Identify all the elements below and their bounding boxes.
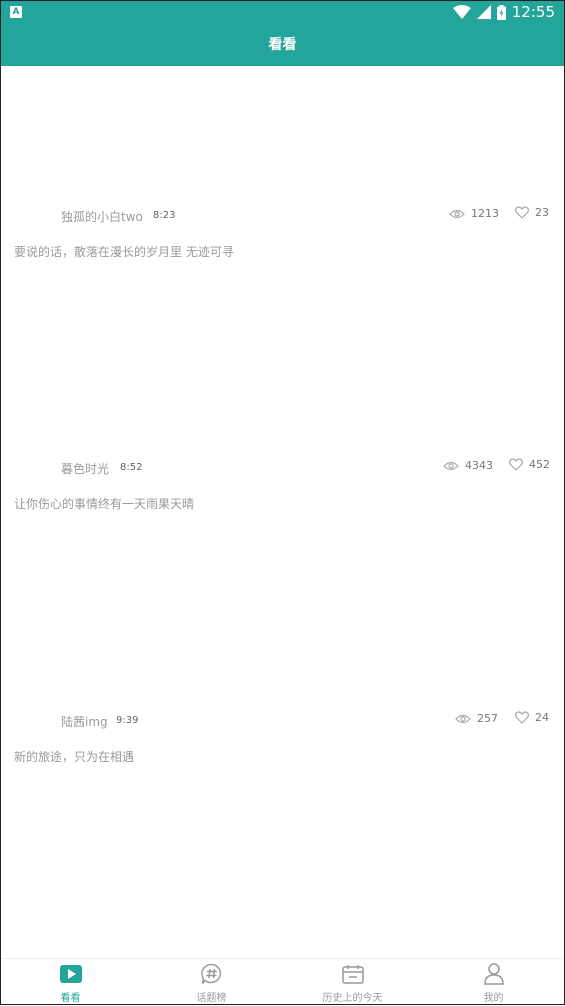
- view-count: 4343: [443, 459, 493, 472]
- view-count: 257: [455, 712, 498, 725]
- post-content[interactable]: 要说的话，散落在漫长的岁月里 无迹可寻: [14, 243, 234, 260]
- nav-label: 话题榜: [196, 993, 227, 1004]
- nav-label: 看看: [60, 993, 81, 1004]
- like-count: 24: [535, 711, 549, 724]
- like-button[interactable]: 23: [515, 206, 549, 219]
- heart-icon: [515, 206, 529, 219]
- status-bar: A 12:55: [0, 0, 565, 24]
- post-content[interactable]: 让你伤心的事情终有一天雨果天晴: [14, 495, 194, 512]
- post-time: 8:23: [153, 210, 176, 221]
- post-author[interactable]: 暮色时光: [61, 460, 109, 477]
- hashtag-chat-icon: [200, 963, 221, 984]
- eye-icon: [455, 714, 471, 723]
- calendar-icon: [341, 965, 364, 984]
- eye-icon: [443, 461, 459, 470]
- wifi-icon: [452, 5, 471, 19]
- signal-icon: [476, 5, 491, 19]
- like-count: 452: [529, 458, 550, 471]
- eye-icon: [449, 209, 465, 218]
- heart-icon: [509, 458, 523, 471]
- nav-item-kankan[interactable]: 看看: [0, 959, 141, 1006]
- post-content[interactable]: 新的旅途，只为在相遇: [14, 748, 134, 765]
- post-time: 9:39: [116, 715, 139, 726]
- like-button[interactable]: 452: [509, 458, 550, 471]
- post-time: 8:52: [120, 462, 143, 473]
- view-count-value: 257: [477, 712, 498, 725]
- view-count-value: 4343: [465, 459, 493, 472]
- battery-icon: [496, 4, 506, 20]
- post-author[interactable]: 独孤的小白two: [61, 208, 143, 225]
- page-title: 看看: [0, 24, 565, 66]
- like-button[interactable]: 24: [515, 711, 549, 724]
- nav-label: 我的: [483, 993, 504, 1004]
- nav-item-topics[interactable]: 话题榜: [141, 959, 282, 1006]
- play-icon: [59, 965, 82, 983]
- person-icon: [483, 963, 504, 985]
- bottom-nav: 看看 话题榜 历史上的今天 我的: [0, 958, 565, 1006]
- status-right: 12:55: [452, 2, 555, 22]
- notification-icon: A: [10, 6, 22, 18]
- like-count: 23: [535, 206, 549, 219]
- post-author[interactable]: 陆茜img: [61, 713, 108, 730]
- heart-icon: [515, 711, 529, 724]
- view-count-value: 1213: [471, 207, 499, 220]
- nav-label: 历史上的今天: [322, 993, 383, 1004]
- status-time: 12:55: [511, 3, 555, 21]
- view-count: 1213: [449, 207, 499, 220]
- nav-item-history[interactable]: 历史上的今天: [282, 959, 423, 1006]
- nav-item-mine[interactable]: 我的: [423, 959, 564, 1006]
